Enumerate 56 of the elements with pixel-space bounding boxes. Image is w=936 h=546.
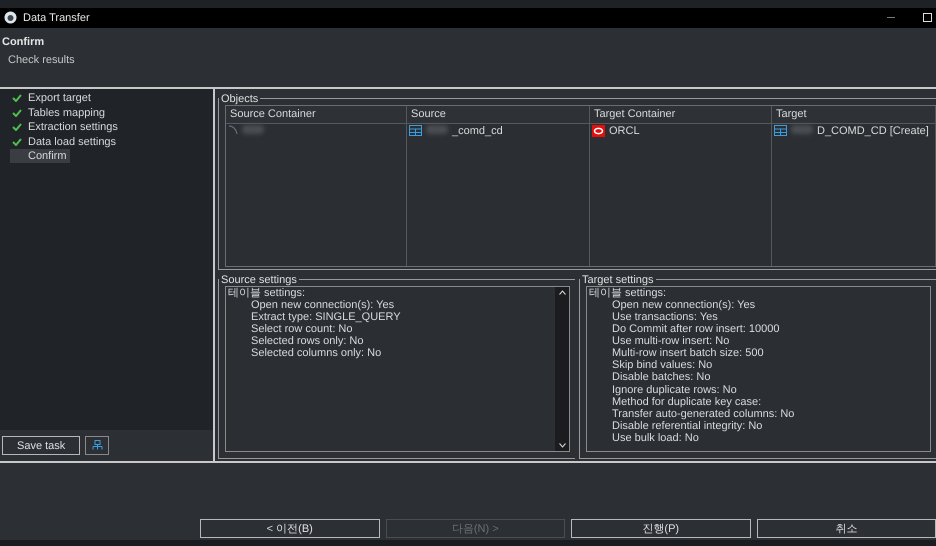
group-title: Target settings: [581, 274, 655, 286]
setting-line: Open new connection(s): Yes: [611, 298, 756, 311]
setting-line: Method for duplicate key case:: [611, 396, 762, 408]
page-subtitle: Check results: [7, 54, 76, 66]
column-header[interactable]: Target Container: [590, 106, 772, 124]
table-cell: _comd_cd: [407, 124, 590, 266]
step-item[interactable]: Tables mapping: [10, 105, 108, 120]
setting-line: Skip bind values: No: [611, 359, 714, 372]
connection-icon: [228, 124, 238, 135]
settings-heading: 테이블 settings:: [589, 286, 668, 299]
scroll-up-icon[interactable]: [558, 290, 566, 295]
step-item[interactable]: Extraction settings: [10, 120, 121, 134]
blurred-text: [791, 124, 813, 134]
setting-line: Use bulk load: No: [611, 432, 700, 444]
column-header[interactable]: Target: [772, 106, 936, 124]
setting-line: Extract type: SINGLE_QUERY: [250, 311, 402, 324]
wizard-button[interactable]: < 이전(B): [200, 519, 380, 538]
setting-line: Disable referential integrity: No: [611, 420, 764, 432]
blurred-text: [426, 124, 448, 134]
setting-line: Select row count: No: [250, 323, 354, 336]
setting-line: Do Commit after row insert: 10000: [611, 323, 781, 336]
step-item[interactable]: Confirm: [10, 148, 70, 164]
table-icon: [409, 124, 422, 136]
setting-line: Multi-row insert batch size: 500: [611, 347, 765, 360]
table-cell: D_COMD_CD [Create]: [772, 124, 936, 266]
setting-line: Selected rows only: No: [250, 335, 364, 348]
group-title: Source settings: [220, 274, 298, 286]
settings-heading: 테이블 settings:: [228, 286, 306, 299]
page-title: Confirm: [2, 36, 46, 48]
blurred-text: [242, 124, 264, 134]
step-item[interactable]: Export target: [10, 90, 94, 106]
wizard-button[interactable]: 취소: [756, 519, 936, 538]
setting-line: Open new connection(s): Yes: [250, 298, 396, 311]
window-title: Data Transfer: [23, 12, 91, 24]
setting-line: Use transactions: Yes: [611, 311, 719, 324]
network-icon: [92, 440, 103, 452]
scrollbar[interactable]: [555, 286, 569, 452]
table-cell: ORCL: [590, 124, 772, 266]
group-title: Objects: [220, 92, 260, 105]
column-header[interactable]: Source Container: [226, 106, 407, 124]
save-task-button[interactable]: Save task: [2, 436, 80, 456]
setting-line: Ignore duplicate rows: No: [611, 384, 738, 396]
setting-line: Use multi-row insert: No: [611, 335, 730, 348]
wizard-button[interactable]: 진행(P): [571, 519, 750, 538]
toolbar-button[interactable]: [85, 436, 110, 456]
maximize-icon[interactable]: [923, 13, 932, 22]
minimize-icon[interactable]: [887, 16, 895, 19]
setting-line: Transfer auto-generated columns: No: [611, 408, 796, 420]
table-icon: [774, 124, 787, 136]
column-header[interactable]: Source: [407, 106, 590, 124]
step-item[interactable]: Data load settings: [10, 134, 120, 149]
scroll-down-icon[interactable]: [558, 443, 566, 448]
setting-line: Disable batches: No: [611, 371, 712, 384]
app-icon: [4, 11, 17, 24]
setting-line: Selected columns only: No: [250, 347, 382, 360]
database-icon: [592, 124, 605, 137]
